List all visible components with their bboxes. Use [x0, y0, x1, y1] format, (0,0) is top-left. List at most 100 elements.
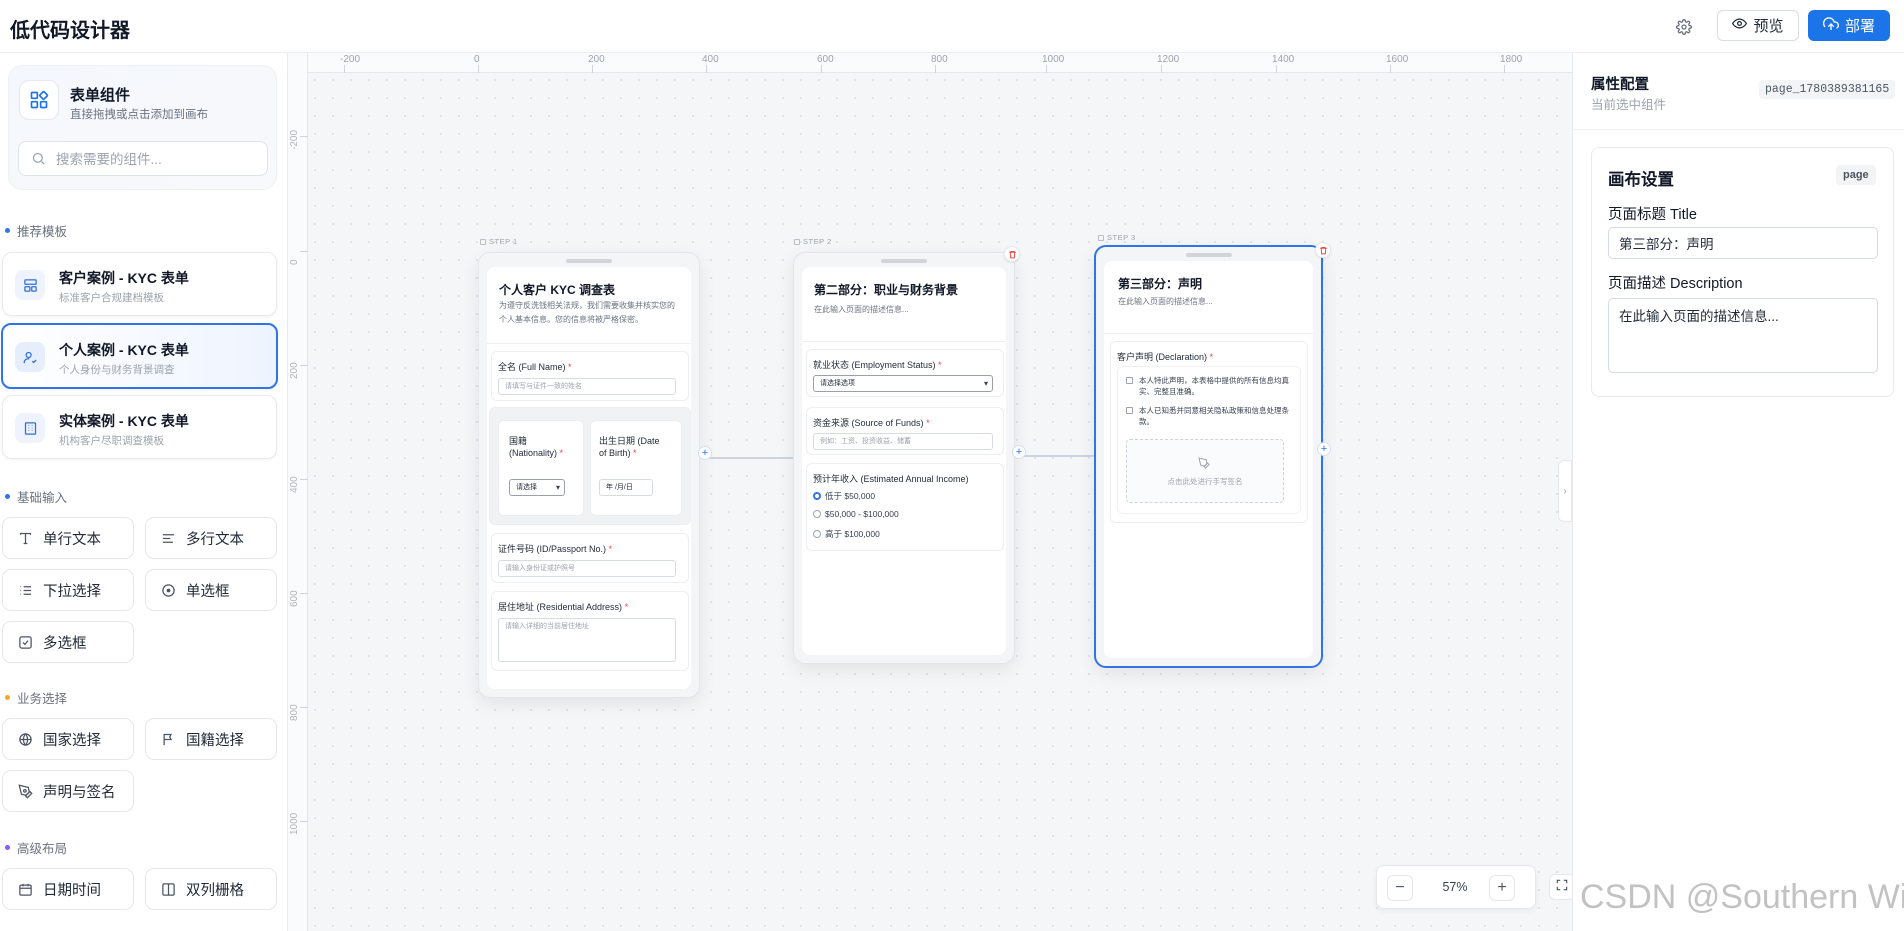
page-description-textarea[interactable]: 在此输入页面的描述信息...	[1608, 298, 1878, 373]
page-body: 第二部分：职业与财务背景 在此输入页面的描述信息... 就业状态 (Employ…	[802, 267, 1006, 655]
zoom-in-button[interactable]: +	[1489, 875, 1515, 901]
horizontal-ruler: -200 0 200 400 600 800 1000 1200 1400 16…	[288, 53, 1572, 73]
properties-panel: 属性配置 当前选中组件 page_1780389381165 画布设置 page…	[1572, 53, 1904, 931]
widget-declaration-signature[interactable]: 声明与签名	[2, 770, 134, 812]
fit-screen-icon	[1555, 878, 1569, 897]
template-subtitle: 标准客户合规建档模板	[59, 292, 164, 304]
deploy-button[interactable]: 部署	[1808, 10, 1890, 41]
app-title: 低代码设计器	[10, 20, 130, 42]
page-body: 第三部分：声明 在此输入页面的描述信息... 客户声明 (Declaration…	[1104, 261, 1313, 658]
field-date-of-birth[interactable]: 出生日期 (Date of Birth) * 年 /月/日	[590, 420, 682, 516]
nationality-select[interactable]: 请选择	[509, 479, 565, 496]
collapse-panel-button[interactable]: ›	[1558, 460, 1572, 522]
add-step-connector[interactable]: +	[1012, 445, 1026, 459]
template-title: 个人案例 - KYC 表单	[59, 342, 189, 358]
field-nationality[interactable]: 国籍 (Nationality) * 请选择	[498, 420, 584, 516]
step-2-label: STEP 2	[794, 237, 832, 246]
preview-label: 预览	[1753, 18, 1784, 35]
two-column-grid[interactable]: 国籍 (Nationality) * 请选择 出生日期 (Date of Bir…	[489, 407, 691, 525]
id-number-input[interactable]: 请输入身份证或护照号	[498, 560, 676, 577]
globe-icon	[17, 731, 33, 747]
step-3-page[interactable]: 第三部分：声明 在此输入页面的描述信息... 客户声明 (Declaration…	[1094, 245, 1323, 668]
widget-country-select[interactable]: 国家选择	[2, 718, 134, 760]
template-entity-kyc[interactable]: 实体案例 - KYC 表单 机构客户尽职调查模板	[2, 395, 277, 459]
radio[interactable]	[813, 510, 821, 518]
step-2-page[interactable]: 第二部分：职业与财务背景 在此输入页面的描述信息... 就业状态 (Employ…	[793, 252, 1015, 664]
widget-checkbox[interactable]: 多选框	[2, 621, 134, 663]
date-of-birth-input[interactable]: 年 /月/日	[599, 479, 653, 496]
preview-button[interactable]: 预览	[1717, 10, 1799, 41]
field-label: 预计年收入 (Estimated Annual Income)	[813, 474, 969, 484]
section-label: 业务选择	[17, 692, 68, 706]
field-label: 就业状态 (Employment Status) *	[813, 360, 942, 370]
template-personal-kyc[interactable]: 个人案例 - KYC 表单 个人身份与财务背景调查	[1, 323, 278, 389]
field-residential-address[interactable]: 居住地址 (Residential Address) * 请输入详细的当前居住地…	[491, 591, 689, 671]
widget-dropdown[interactable]: 下拉选择	[2, 569, 134, 611]
component-panel-subtitle: 直接拖拽或点击添加到画布	[70, 109, 208, 121]
divider	[1104, 333, 1313, 334]
field-annual-income[interactable]: 预计年收入 (Estimated Annual Income) 低于 $50,0…	[806, 463, 1004, 551]
fit-screen-button[interactable]	[1549, 874, 1572, 900]
watermark: CSDN @Southern Wind	[1580, 878, 1904, 916]
section-advanced-layout: 高级布局	[5, 838, 67, 857]
gear-icon[interactable]	[1672, 15, 1696, 39]
user-check-icon	[15, 342, 45, 372]
declaration-item[interactable]: 本人已知悉并同意相关隐私政策和信息处理条款。	[1126, 405, 1292, 427]
checkbox-icon	[17, 634, 33, 650]
component-search[interactable]	[18, 141, 268, 176]
drag-handle[interactable]	[566, 259, 612, 263]
grid-icon	[19, 80, 59, 120]
page-title-input[interactable]	[1608, 227, 1878, 259]
building-icon	[15, 413, 45, 443]
widget-nationality-select[interactable]: 国籍选择	[145, 718, 277, 760]
step-1-page[interactable]: 个人客户 KYC 调查表 为遵守反洗钱相关法规，我们需要收集并核实您的个人基本信…	[478, 252, 700, 698]
step-connector	[706, 457, 796, 459]
field-label: 国籍 (Nationality) *	[509, 436, 564, 458]
divider	[1573, 129, 1904, 130]
radio[interactable]	[813, 530, 821, 538]
page-description: 在此输入页面的描述信息...	[1118, 297, 1213, 306]
widget-datetime[interactable]: 日期时间	[2, 868, 134, 910]
declaration-item[interactable]: 本人特此声明，本表格中提供的所有信息均真实、完整且准确。	[1126, 375, 1292, 397]
text-icon	[17, 530, 33, 546]
trash-icon[interactable]	[1315, 242, 1331, 258]
widget-two-column-grid[interactable]: 双列栅格	[145, 868, 277, 910]
widget-multi-line-text[interactable]: 多行文本	[145, 517, 277, 559]
zoom-out-button[interactable]: −	[1387, 875, 1413, 901]
income-option[interactable]: $50,000 - $100,000	[813, 509, 899, 519]
widget-single-line-text[interactable]: 单行文本	[2, 517, 134, 559]
add-step-connector[interactable]: +	[1317, 442, 1331, 456]
income-option[interactable]: 高于 $100,000	[813, 528, 880, 540]
template-title: 实体案例 - KYC 表单	[59, 413, 189, 429]
widget-label: 国家选择	[43, 732, 101, 749]
widget-radio[interactable]: 单选框	[145, 569, 277, 611]
income-option[interactable]: 低于 $50,000	[813, 490, 875, 502]
trash-icon[interactable]	[1004, 246, 1020, 262]
radio-selected[interactable]	[813, 492, 821, 500]
full-name-input[interactable]: 请填写与证件一致的姓名	[498, 378, 676, 395]
deploy-label: 部署	[1844, 18, 1875, 35]
address-textarea[interactable]: 请输入详细的当前居住地址	[498, 618, 676, 662]
checkbox[interactable]	[1126, 407, 1133, 414]
add-step-connector[interactable]: +	[698, 446, 712, 460]
field-declaration[interactable]: 客户声明 (Declaration) * 本人特此声明，本表格中提供的所有信息均…	[1110, 341, 1308, 523]
search-input[interactable]	[56, 149, 261, 169]
drag-handle[interactable]	[881, 259, 927, 263]
drag-handle[interactable]	[1185, 253, 1232, 257]
section-dot	[5, 494, 10, 499]
field-id-number[interactable]: 证件号码 (ID/Passport No.) * 请输入身份证或护照号	[491, 533, 689, 583]
template-customer-kyc[interactable]: 客户案例 - KYC 表单 标准客户合规建档模板	[2, 252, 277, 316]
component-panel-title: 表单组件	[70, 87, 131, 104]
step-3-label: STEP 3	[1098, 233, 1136, 242]
source-of-funds-input[interactable]: 例如：工资、投资收益、储蓄	[813, 433, 993, 450]
section-dot	[5, 845, 10, 850]
checkbox[interactable]	[1126, 377, 1133, 384]
field-source-of-funds[interactable]: 资金来源 (Source of Funds) * 例如：工资、投资收益、储蓄	[806, 407, 1004, 455]
field-employment-status[interactable]: 就业状态 (Employment Status) * 请选择选项	[806, 349, 1004, 397]
employment-select[interactable]: 请选择选项	[813, 375, 993, 392]
field-full-name[interactable]: 全名 (Full Name) * 请填写与证件一致的姓名	[491, 351, 689, 401]
step-1-label: STEP 1	[480, 237, 518, 246]
chevron-right-icon: ›	[1563, 485, 1567, 497]
design-canvas[interactable]: -200 0 200 400 600 800 1000 1200 1400 16…	[288, 53, 1572, 931]
signature-pad[interactable]: 点击此处进行手写签名	[1126, 439, 1284, 503]
